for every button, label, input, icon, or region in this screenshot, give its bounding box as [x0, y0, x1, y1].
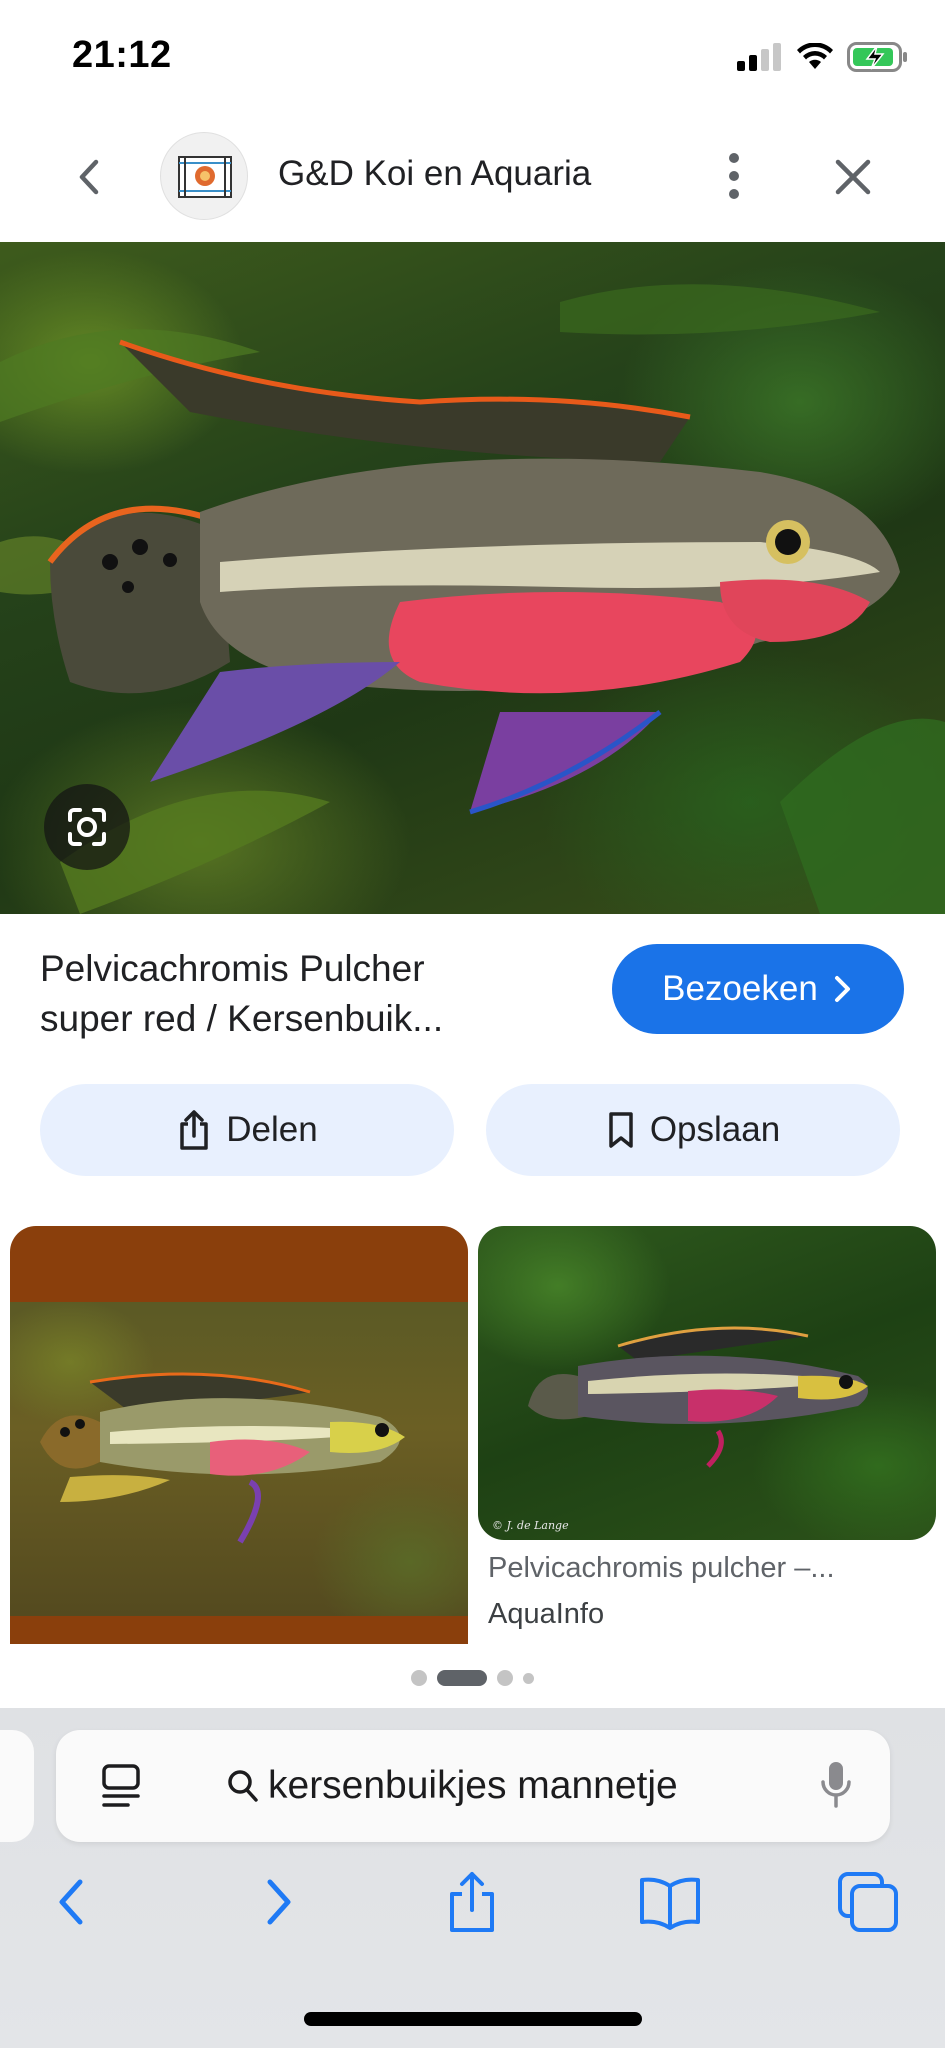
browser-toolbar [0, 1870, 945, 1950]
status-bar: 21:12 [0, 0, 945, 110]
search-query: kersenbuikjes mannetje [268, 1764, 678, 1807]
save-button-label: Opslaan [649, 1110, 781, 1149]
previous-tab-edge[interactable] [0, 1730, 34, 1842]
result-title-line2: super red / Kersenbuik... [40, 998, 444, 1039]
related-source-2: AquaInfo [488, 1598, 605, 1630]
related-image-1-photo [10, 1302, 468, 1616]
reader-icon[interactable] [98, 1762, 144, 1810]
close-icon[interactable] [830, 154, 876, 200]
pager-dot [411, 1670, 427, 1686]
tabs-icon[interactable] [836, 1870, 900, 1934]
share-icon [180, 1110, 209, 1150]
share-button[interactable]: Delen [40, 1084, 454, 1176]
back-chevron-icon[interactable] [68, 154, 114, 200]
safari-back-icon[interactable] [42, 1870, 106, 1934]
status-icons [737, 40, 909, 74]
pager-dot [497, 1670, 513, 1686]
image-credit: © J. de Lange [492, 1519, 569, 1532]
pager-dots [0, 1668, 945, 1688]
address-bar[interactable]: kersenbuikjes mannetje [56, 1730, 890, 1842]
hero-image[interactable] [0, 242, 945, 914]
related-image-2[interactable]: © J. de Lange [478, 1226, 936, 1540]
safari-share-icon[interactable] [440, 1870, 504, 1934]
pager-dot [523, 1672, 534, 1684]
related-title-2[interactable]: Pelvicachromis pulcher –... [488, 1552, 835, 1585]
bookmarks-icon[interactable] [638, 1870, 702, 1934]
wifi-icon [797, 43, 833, 69]
battery-icon [847, 42, 907, 72]
visit-button-label: Bezoeken [662, 969, 818, 1008]
safari-forward-icon[interactable] [244, 1870, 308, 1934]
pager-dot-active [437, 1670, 487, 1686]
site-logo [160, 132, 248, 220]
result-title-line1: Pelvicachromis Pulcher [40, 948, 425, 989]
site-logo-image [178, 156, 232, 198]
fish-illustration [0, 284, 945, 914]
related-fish-2 [528, 1326, 868, 1468]
lens-button[interactable] [44, 784, 130, 870]
share-button-label: Delen [226, 1110, 318, 1149]
save-button[interactable]: Opslaan [486, 1084, 900, 1176]
search-query-wrap[interactable]: kersenbuikjes mannetje [226, 1760, 678, 1812]
related-fish-1 [40, 1372, 405, 1544]
result-title[interactable]: Pelvicachromis Pulcher super red / Kerse… [40, 944, 560, 1044]
kebab-icon[interactable] [716, 148, 752, 204]
lens-icon [68, 808, 106, 846]
signal-icon [737, 43, 781, 71]
site-name[interactable]: G&D Koi en Aquaria [278, 154, 591, 194]
bookmark-icon [609, 1112, 633, 1148]
mic-icon[interactable] [818, 1758, 854, 1814]
result-header: G&D Koi en Aquaria [0, 118, 945, 238]
search-icon [228, 1770, 258, 1802]
visit-button[interactable]: Bezoeken [612, 944, 904, 1034]
related-image-1[interactable] [10, 1226, 468, 1644]
status-time: 21:12 [72, 34, 172, 76]
home-indicator [304, 2012, 642, 2026]
chevron-right-icon [834, 976, 850, 1002]
